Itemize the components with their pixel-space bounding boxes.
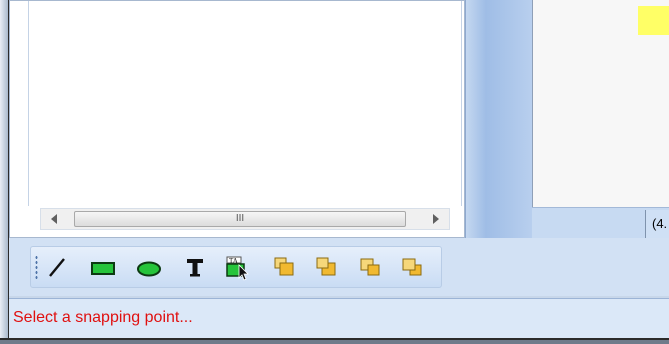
drawing-toolbar: TA (30, 246, 442, 288)
text-image-tool-button[interactable]: TA (223, 253, 251, 281)
scroll-right-arrow-icon[interactable] (433, 214, 439, 224)
left-canvas-area[interactable] (28, 1, 462, 206)
ellipse-tool-button[interactable] (135, 253, 163, 281)
rectangle-icon (91, 262, 115, 275)
text-tool-button[interactable] (181, 253, 209, 281)
scroll-left-arrow-icon[interactable] (51, 214, 57, 224)
send-backward-icon (402, 258, 422, 276)
status-bar: Select a snapping point... (9, 298, 669, 338)
bring-forward-icon (360, 258, 380, 276)
status-message: Select a snapping point... (13, 309, 193, 326)
window-left-border (0, 0, 9, 344)
send-to-back-icon (316, 257, 336, 276)
left-canvas-panel[interactable] (9, 0, 465, 238)
panel-splitter[interactable] (465, 0, 532, 238)
bring-forward-tool-button[interactable] (357, 253, 385, 281)
line-tool-button[interactable] (43, 253, 71, 281)
horizontal-scrollbar[interactable]: III (40, 208, 450, 230)
bring-to-front-tool-button[interactable] (271, 253, 299, 281)
ellipse-icon (137, 261, 161, 277)
scrollbar-thumb[interactable]: III (74, 211, 406, 227)
send-backward-tool-button[interactable] (399, 253, 427, 281)
rectangle-tool-button[interactable] (89, 253, 117, 281)
line-icon (49, 258, 65, 277)
toolbar-grip-handle[interactable] (35, 255, 38, 281)
window-bottom-border (0, 338, 669, 344)
bring-to-front-icon (274, 257, 294, 276)
right-panel-status-strip: (4. (532, 207, 669, 239)
coordinate-readout: (4. (645, 210, 669, 238)
text-icon (187, 259, 203, 277)
send-to-back-tool-button[interactable] (313, 253, 341, 281)
highlight-marker (638, 6, 669, 35)
text-image-icon: TA (226, 256, 249, 281)
